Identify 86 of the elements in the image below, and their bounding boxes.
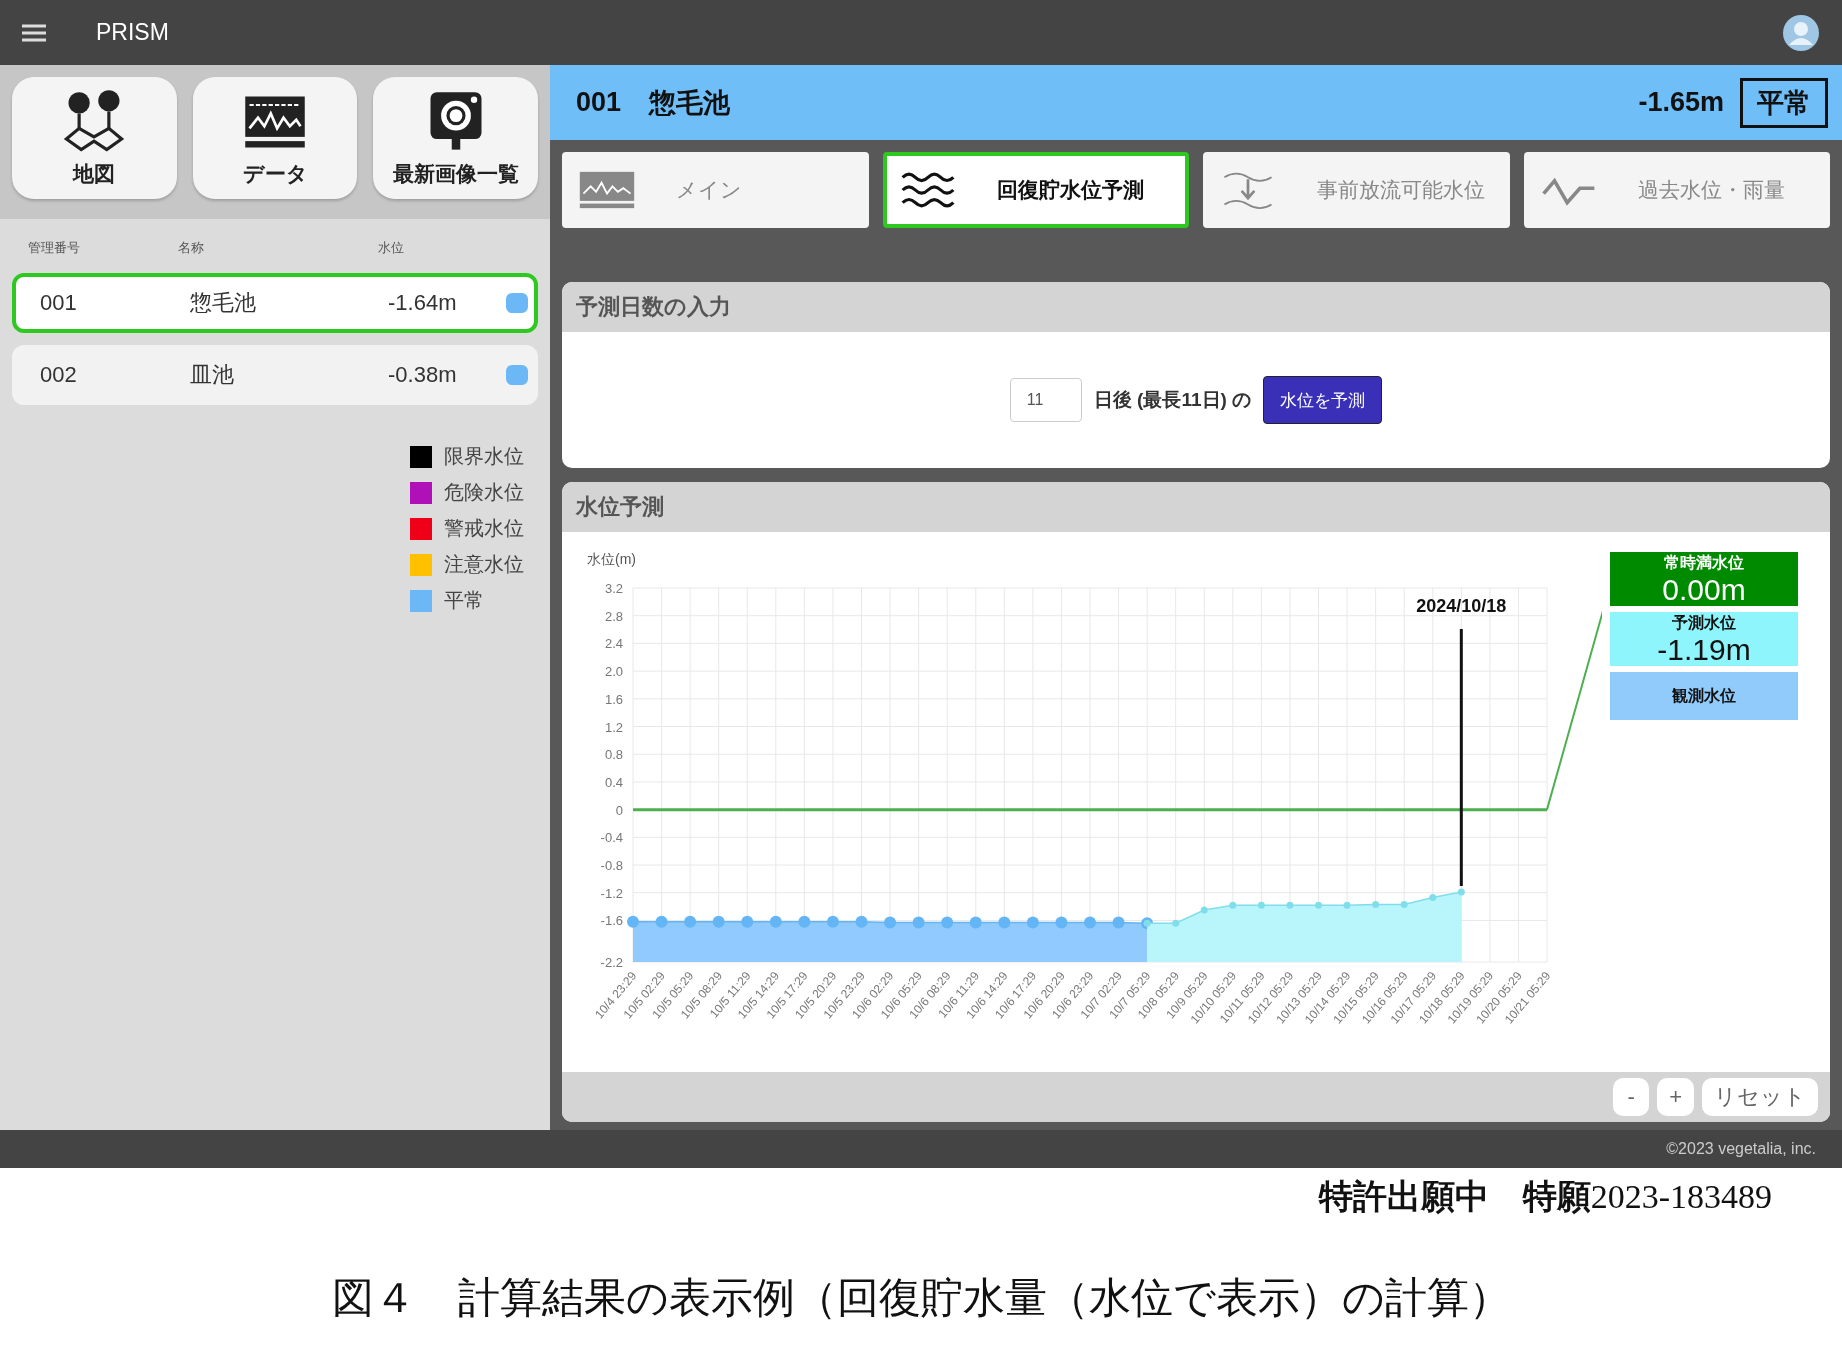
figure-caption: 図４ 計算結果の表示例（回復貯水量（水位で表示）の計算）: [330, 1274, 1512, 1323]
point: [769, 915, 782, 928]
legend-label: 限界水位: [444, 444, 524, 469]
station-row[interactable]: 002 皿池 -0.38m: [12, 345, 538, 405]
legend-label: 注意水位: [444, 552, 524, 577]
point: [1257, 901, 1265, 909]
legend-label: 警戒水位: [444, 516, 524, 541]
point: [1457, 888, 1465, 896]
y-tick-label: 2.8: [604, 608, 623, 624]
point: [712, 915, 725, 928]
point: [1286, 901, 1294, 909]
point: [855, 915, 868, 928]
station-level: -1.64m: [388, 290, 458, 316]
station-row[interactable]: 001 惣毛池 -1.64m: [12, 273, 538, 333]
y-tick-label: 1.2: [604, 719, 623, 735]
y-tick-label: 1.6: [604, 691, 623, 707]
badge-label: 常時満水位: [1664, 552, 1744, 573]
zoom-control-button[interactable]: リセット: [1702, 1078, 1818, 1116]
point: [1172, 919, 1180, 927]
zoom-control-button[interactable]: -: [1613, 1078, 1650, 1116]
point: [912, 916, 925, 929]
panel-title: 水位予測: [576, 493, 664, 521]
nav-button[interactable]: 最新画像一覧: [373, 77, 538, 199]
badge-value: -1.19m: [1657, 633, 1751, 666]
y-tick-label: -1.6: [600, 913, 623, 929]
y-tick-label: 3.2: [604, 581, 623, 596]
point: [1429, 894, 1437, 902]
nav-button[interactable]: データ: [192, 77, 358, 199]
predict-button[interactable]: 水位を予測: [1263, 376, 1383, 424]
y-tick-label: 0: [615, 802, 623, 818]
point: [826, 915, 839, 928]
y-tick-label: 2.0: [604, 664, 623, 680]
y-tick-label: -0.8: [600, 858, 623, 874]
station-name: 惣毛池: [649, 86, 731, 120]
y-tick-label: 2.4: [604, 636, 623, 652]
column-header: 名称: [178, 239, 205, 257]
days-suffix: 日後 (最長11日) の: [1093, 388, 1252, 412]
days-input-field[interactable]: 11: [1009, 378, 1082, 422]
station-name: 皿池: [190, 361, 235, 389]
point: [655, 915, 668, 928]
legend-label: 危険水位: [444, 480, 524, 505]
column-header: 水位: [378, 239, 405, 257]
point: [684, 915, 697, 928]
y-tick-label: -1.2: [600, 885, 623, 901]
badge-label: 予測水位: [1672, 612, 1736, 633]
point: [1200, 906, 1208, 914]
y-tick-label: -0.4: [600, 830, 623, 846]
point: [1343, 901, 1351, 909]
station-id: 002: [40, 362, 78, 388]
point: [741, 915, 754, 928]
point: [1372, 901, 1380, 909]
y-tick-label: -2.2: [600, 955, 623, 970]
status-label: 平常: [1740, 77, 1828, 128]
point: [1112, 916, 1125, 929]
badge-value: 0.00m: [1662, 573, 1746, 606]
point: [627, 915, 639, 928]
date-cursor-label: 2024/10/18: [1416, 596, 1507, 616]
legend-label: 平常: [444, 588, 484, 613]
point: [998, 916, 1011, 929]
point: [1400, 901, 1408, 909]
point: [1229, 901, 1237, 909]
station-name: 惣毛池: [190, 289, 257, 317]
point: [798, 915, 811, 928]
station-id: 001: [576, 87, 622, 118]
point: [1055, 916, 1068, 929]
y-tick-label: 0.4: [604, 774, 623, 790]
point: [1084, 916, 1096, 929]
water-level: -1.65m: [1638, 87, 1724, 118]
column-header: 管理番号: [28, 239, 81, 257]
point: [941, 916, 954, 929]
point: [969, 916, 982, 929]
y-axis-title: 水位(m): [587, 551, 636, 567]
station-id: 001: [40, 290, 78, 316]
copyright-text: ©2023 vegetalia, inc.: [1666, 1140, 1816, 1158]
point: [884, 916, 897, 929]
point: [1026, 916, 1039, 929]
y-tick-label: 0.8: [604, 747, 623, 763]
station-level: -0.38m: [388, 362, 458, 388]
point: [1315, 901, 1322, 909]
panel-title: 予測日数の入力: [576, 293, 731, 321]
nav-button[interactable]: 地図: [12, 77, 177, 199]
app-title: PRISM: [96, 19, 169, 46]
tab[interactable]: 回復貯水位予測: [882, 152, 1189, 228]
zoom-control-button[interactable]: +: [1657, 1078, 1694, 1116]
badge-label: 観測水位: [1672, 685, 1736, 706]
patent-note: 特許出願中 特願2023-183489: [1317, 1177, 1773, 1217]
